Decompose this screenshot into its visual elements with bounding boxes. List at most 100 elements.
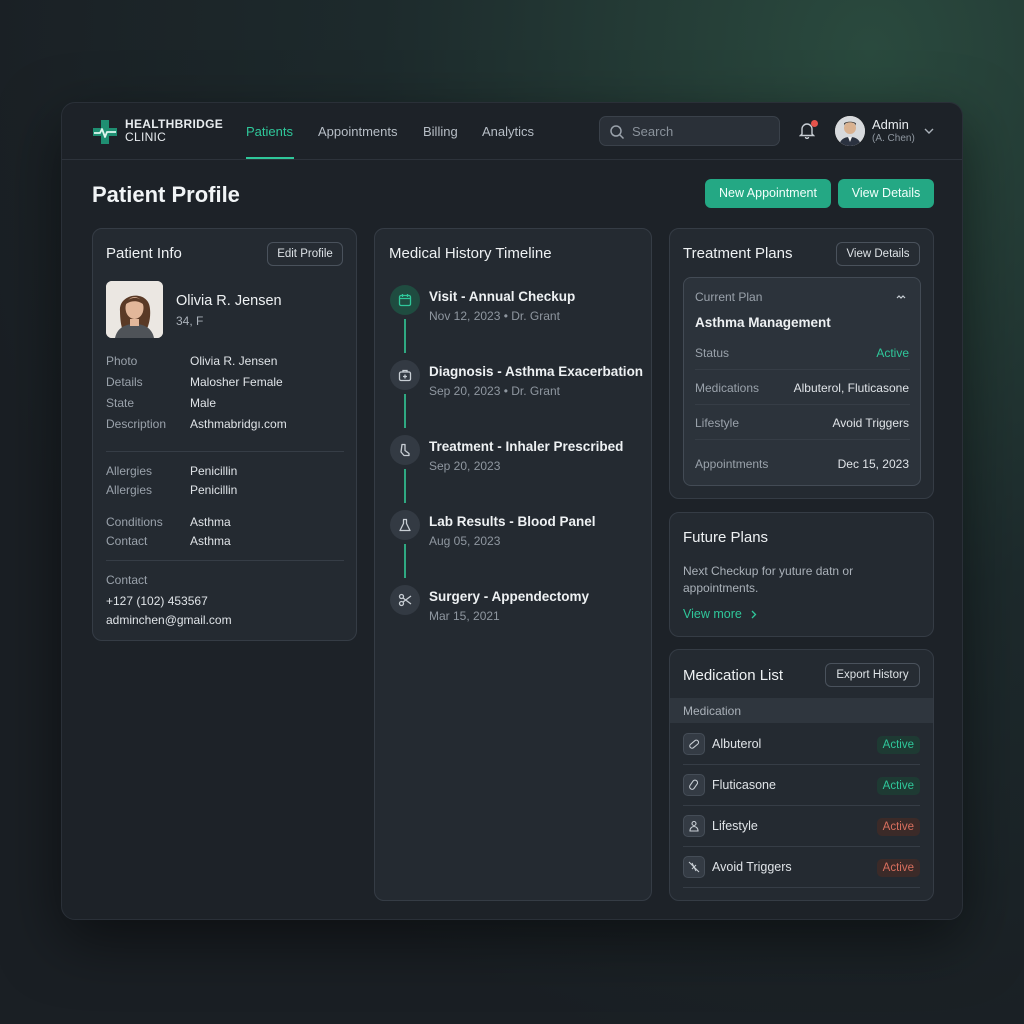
medication-table-header: Medication xyxy=(670,698,933,723)
field-label: Details xyxy=(106,375,143,389)
current-plan-label: Current Plan xyxy=(695,290,763,304)
search-icon xyxy=(610,125,625,140)
collapse-icon[interactable] xyxy=(896,294,906,300)
field-label: Allergies xyxy=(106,464,153,478)
divider xyxy=(106,560,344,561)
notification-dot xyxy=(811,120,818,127)
medication-column-header: Medication xyxy=(683,704,742,718)
export-history-button[interactable]: Export History xyxy=(825,663,920,687)
new-appointment-button[interactable]: New Appointment xyxy=(705,179,831,208)
scissors-icon xyxy=(390,585,420,615)
active-tab-indicator xyxy=(246,157,294,159)
edit-profile-button[interactable]: Edit Profile xyxy=(267,242,343,266)
field-value: Male xyxy=(190,396,217,410)
timeline-item-title[interactable]: Visit - Annual Checkup xyxy=(429,289,575,304)
medication-name[interactable]: Albuterol xyxy=(712,737,761,751)
user-name[interactable]: Admin xyxy=(872,117,909,132)
medication-list-title: Medication List xyxy=(683,667,784,684)
chevron-down-icon[interactable] xyxy=(924,127,934,135)
nav-billing[interactable]: Billing xyxy=(423,124,458,139)
inhaler-icon xyxy=(390,435,420,465)
field-label: Allergies xyxy=(106,483,153,497)
plan-row-label: Medications xyxy=(695,381,760,395)
field-value: Penicillin xyxy=(190,483,238,497)
timeline-item-title[interactable]: Treatment - Inhaler Prescribed xyxy=(429,439,623,454)
app-window: HEALTHBRIDGE CLINIC Patients Appointment… xyxy=(61,102,963,920)
top-bar: HEALTHBRIDGE CLINIC Patients Appointment… xyxy=(62,103,962,160)
medication-name[interactable]: Avoid Triggers xyxy=(712,860,792,874)
pill-icon xyxy=(683,733,705,755)
chevron-right-icon[interactable] xyxy=(751,610,757,619)
patient-age-sex: 34, F xyxy=(176,314,204,328)
treatment-plans-card: Treatment Plans View Details Current Pla… xyxy=(669,228,934,499)
medical-bag-icon xyxy=(390,360,420,390)
divider xyxy=(695,404,910,405)
future-plans-card: Future Plans Next Checkup for yuture dat… xyxy=(669,512,934,637)
divider xyxy=(106,451,344,452)
timeline-item-title[interactable]: Lab Results - Blood Panel xyxy=(429,514,596,529)
status-badge: Active xyxy=(876,859,920,877)
field-label: Photo xyxy=(106,354,138,368)
contact-phone[interactable]: +127 (102) 453567 xyxy=(106,594,208,608)
plan-row-value: Dec 15, 2023 xyxy=(837,457,909,471)
user-avatar[interactable] xyxy=(835,116,865,146)
timeline-item-title[interactable]: Diagnosis - Asthma Exacerbation xyxy=(429,364,643,379)
divider xyxy=(683,805,920,806)
nav-analytics[interactable]: Analytics xyxy=(482,124,534,139)
patient-portrait-image xyxy=(106,281,163,338)
timeline-title: Medical History Timeline xyxy=(389,245,552,262)
plan-row-label: Appointments xyxy=(695,457,769,471)
plan-row-value: Albuterol, Fluticasone xyxy=(793,381,909,395)
field-label: Conditions xyxy=(106,515,163,529)
patient-photo xyxy=(106,281,163,338)
user-role: (A. Chen) xyxy=(872,133,915,144)
timeline-item-title[interactable]: Surgery - Appendectomy xyxy=(429,589,589,604)
timeline-connector xyxy=(404,544,406,578)
view-more-link[interactable]: View more xyxy=(683,607,742,621)
treatment-plans-title: Treatment Plans xyxy=(683,245,793,262)
field-value: Malosher Female xyxy=(190,375,283,389)
timeline-connector xyxy=(404,469,406,503)
plan-row-value: Avoid Triggers xyxy=(832,416,909,430)
medical-history-card: Medical History Timeline Visit - Annual … xyxy=(374,228,652,901)
patient-info-title: Patient Info xyxy=(106,245,182,262)
contact-email[interactable]: adminchen@gmail.com xyxy=(106,613,232,627)
no-trigger-icon xyxy=(683,856,705,878)
nav-appointments[interactable]: Appointments xyxy=(318,124,398,139)
search-input[interactable]: Search xyxy=(599,116,780,146)
field-label: Description xyxy=(106,417,167,431)
inhaler-icon xyxy=(683,774,705,796)
medication-name[interactable]: Lifestyle xyxy=(712,819,758,833)
plan-row-label: Status xyxy=(695,346,730,360)
user-avatar-image xyxy=(835,116,865,146)
status-badge: Active xyxy=(876,818,920,836)
search-placeholder: Search xyxy=(632,124,674,139)
calendar-icon xyxy=(390,285,420,315)
status-badge: Active xyxy=(876,777,920,795)
timeline-item-date: Nov 12, 2023 • Dr. Grant xyxy=(429,309,560,323)
timeline-connector xyxy=(404,394,406,428)
treatment-view-details-button[interactable]: View Details xyxy=(836,242,920,266)
field-value: Penicillin xyxy=(190,464,238,478)
timeline-item-date: Mar 15, 2021 xyxy=(429,609,500,623)
divider xyxy=(683,846,920,847)
person-icon xyxy=(683,815,705,837)
patient-info-card: Patient Info Edit Profile Olivia R. Jens… xyxy=(92,228,357,641)
field-label: State xyxy=(106,396,135,410)
field-label: Contact xyxy=(106,534,148,548)
divider xyxy=(695,369,910,370)
medication-name[interactable]: Fluticasone xyxy=(712,778,776,792)
status-badge: Active xyxy=(876,736,920,754)
field-value: Olivia R. Jensen xyxy=(190,354,278,368)
flask-icon xyxy=(390,510,420,540)
current-plan-panel: Current Plan Asthma Management Status Ac… xyxy=(683,277,921,486)
clinic-logo-icon xyxy=(93,120,117,144)
divider xyxy=(695,439,910,440)
nav-patients[interactable]: Patients xyxy=(246,124,293,139)
medication-list-card: Medication List Export History Medicatio… xyxy=(669,649,934,901)
view-details-button[interactable]: View Details xyxy=(838,179,934,208)
plan-row-label: Lifestyle xyxy=(695,416,740,430)
field-value: Asthma xyxy=(190,534,231,548)
divider xyxy=(683,764,920,765)
field-value: Asthmabridgı.com xyxy=(190,417,287,431)
